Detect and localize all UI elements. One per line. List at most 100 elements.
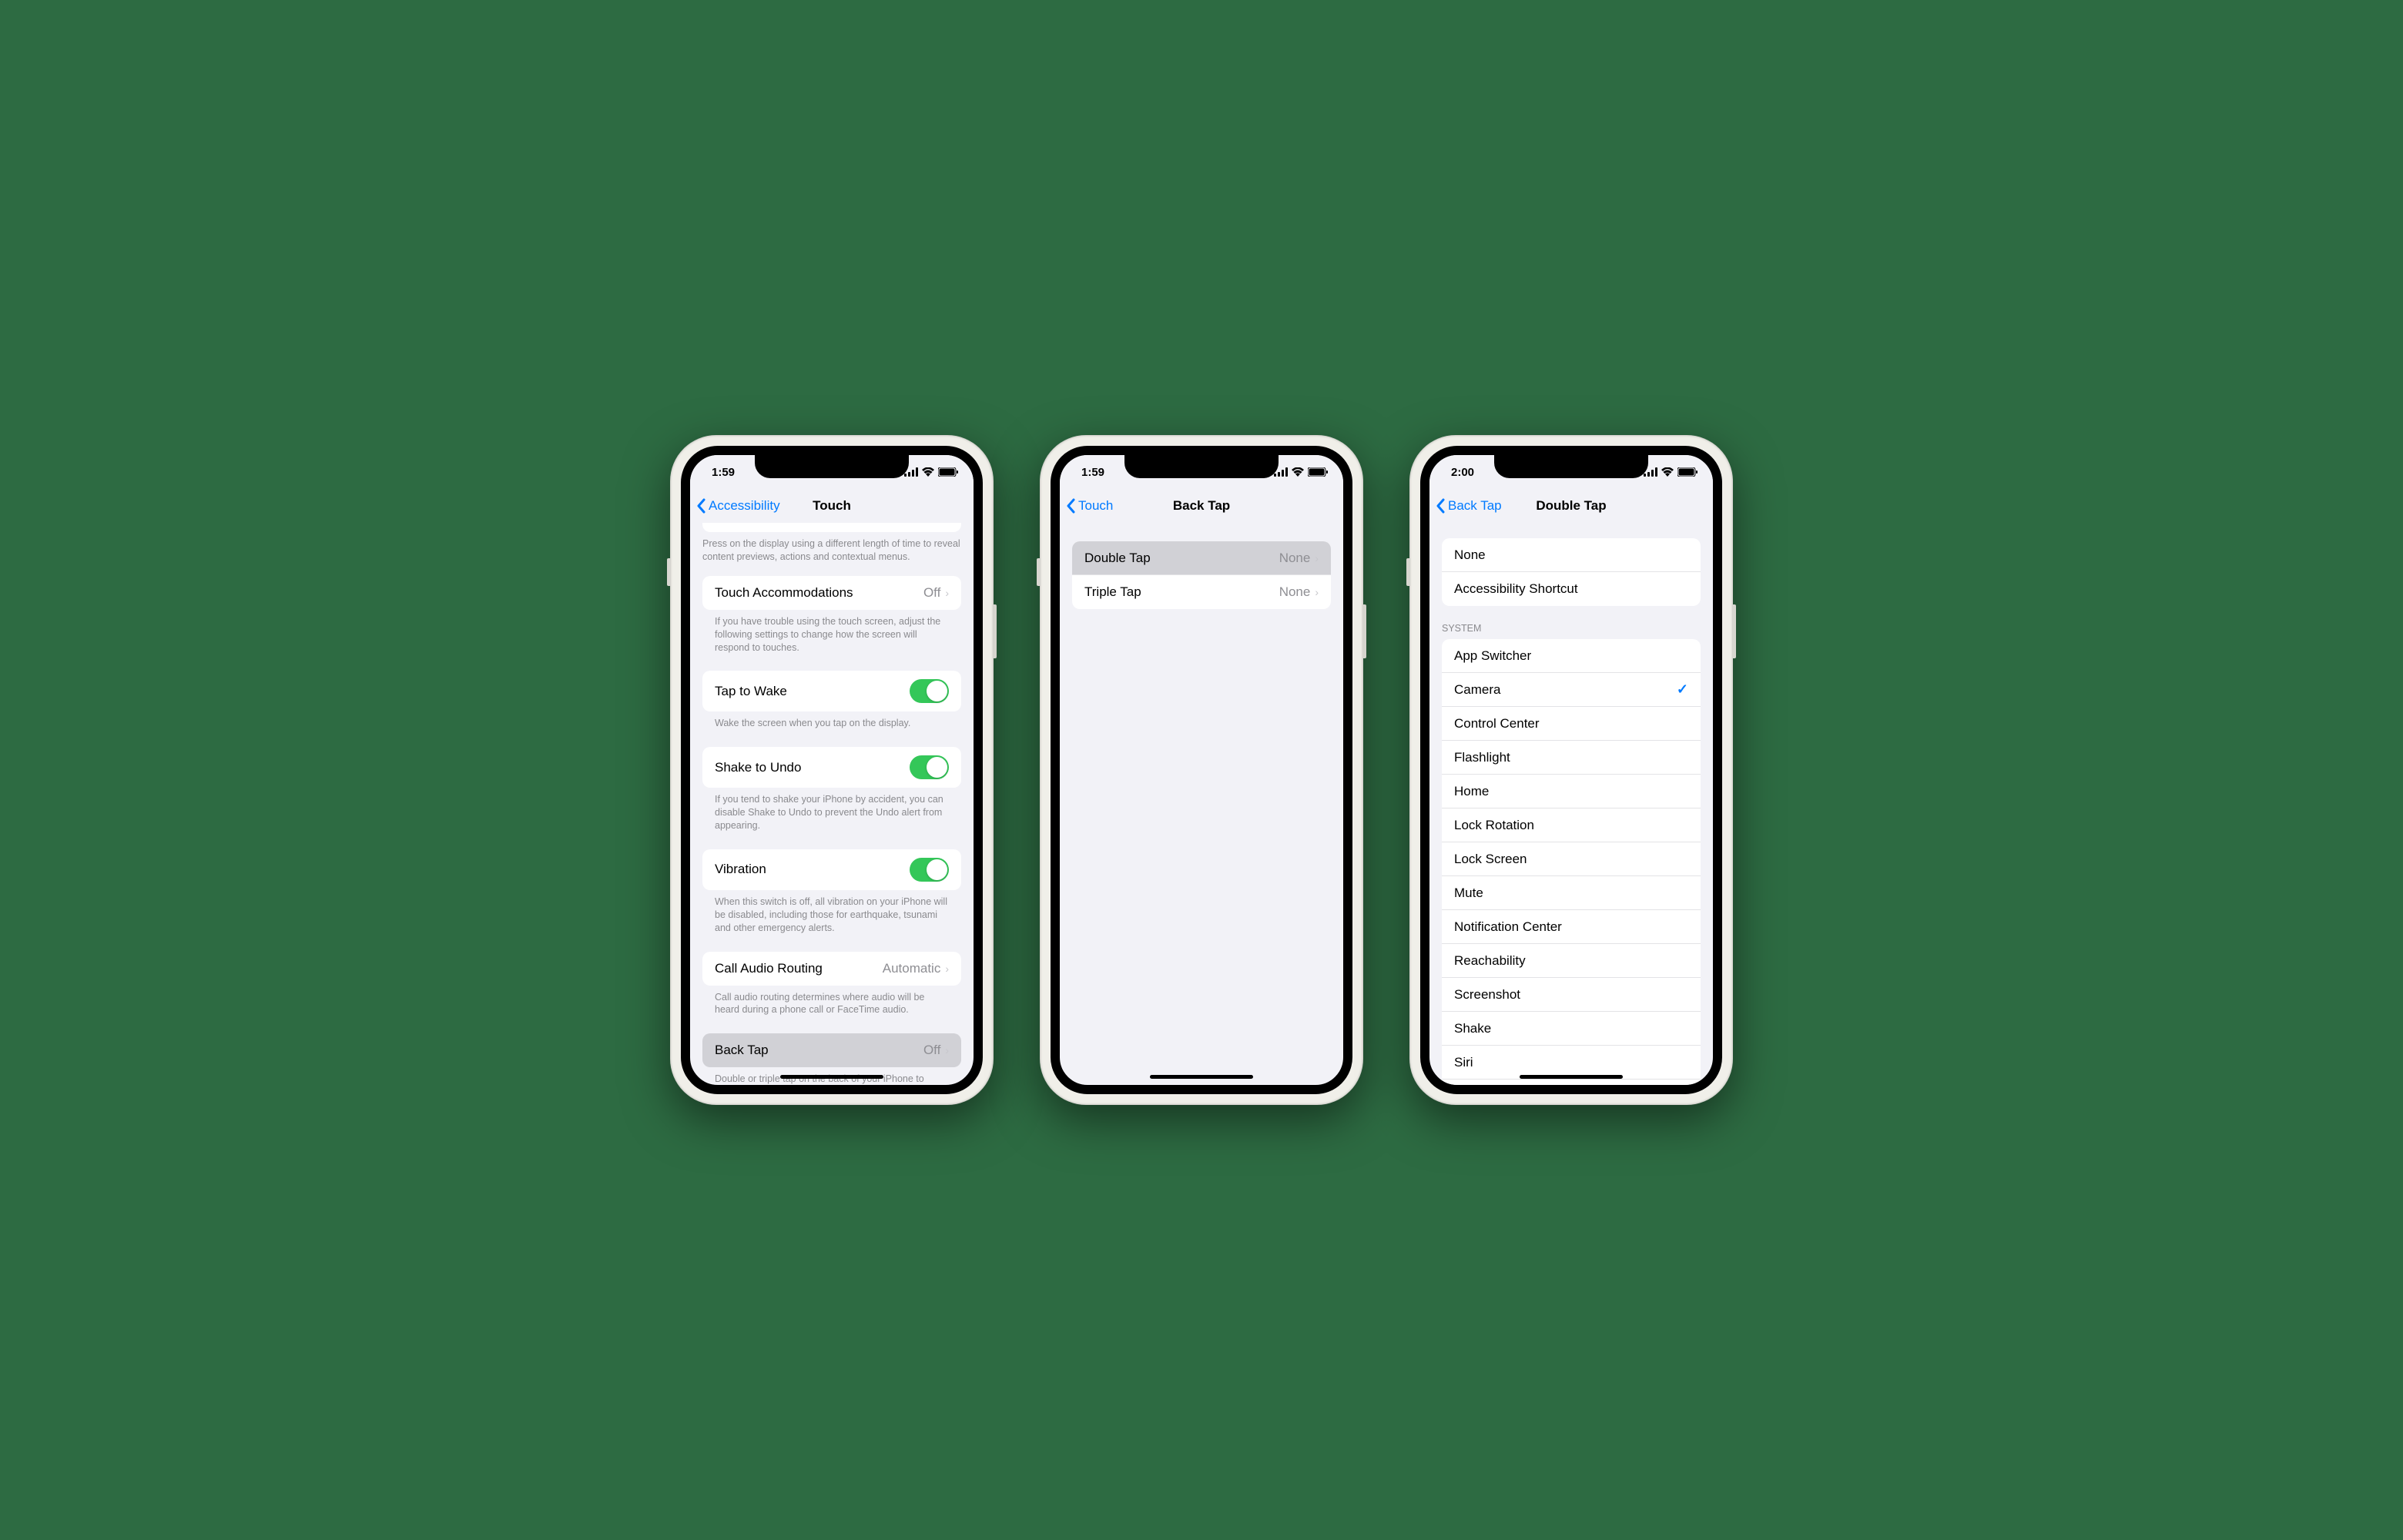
home-indicator[interactable] (1150, 1075, 1253, 1079)
group-vibration: Vibration When this switch is off, all v… (702, 849, 961, 947)
row-label: Shake to Undo (715, 760, 801, 775)
row-value: None› (1279, 584, 1319, 600)
row-label: Flashlight (1454, 750, 1510, 765)
row-label: Tap to Wake (715, 684, 787, 699)
chevron-right-icon: › (945, 587, 949, 599)
row-label: Screenshot (1454, 987, 1520, 1003)
row-label: Vibration (715, 862, 766, 877)
row-option[interactable]: Accessibility Shortcut (1442, 572, 1701, 606)
home-indicator[interactable] (780, 1075, 883, 1079)
group-tap-options: Double Tap None› Triple Tap None› (1072, 541, 1331, 609)
row-value: Off› (923, 1043, 949, 1058)
chevron-left-icon (1066, 498, 1075, 514)
phone-1: 1:59 Accessibility Touch Press on the di… (670, 435, 994, 1105)
chevron-right-icon: › (945, 1044, 949, 1056)
partial-row (702, 523, 961, 532)
status-icons (1644, 467, 1698, 477)
row-option[interactable]: Lock Rotation (1442, 808, 1701, 842)
wifi-icon (922, 467, 934, 477)
row-call-audio-routing[interactable]: Call Audio Routing Automatic› (702, 952, 961, 986)
row-value: Automatic› (883, 961, 949, 976)
row-option[interactable]: Notification Center (1442, 910, 1701, 944)
double-tap-content[interactable]: NoneAccessibility Shortcut SYSTEM App Sw… (1429, 523, 1713, 1085)
row-label: Touch Accommodations (715, 585, 853, 601)
row-label: Siri (1454, 1055, 1473, 1070)
row-back-tap[interactable]: Back Tap Off› (702, 1033, 961, 1067)
back-button[interactable]: Touch (1066, 498, 1113, 514)
row-double-tap[interactable]: Double Tap None› (1072, 541, 1331, 575)
group-shake: Shake to Undo If you tend to shake your … (702, 747, 961, 845)
row-option[interactable]: Flashlight (1442, 741, 1701, 775)
toggle-tap-to-wake[interactable] (910, 679, 949, 703)
row-option[interactable]: App Switcher (1442, 639, 1701, 673)
wifi-icon (1292, 467, 1304, 477)
nav-bar: Accessibility Touch (690, 489, 974, 523)
row-option[interactable]: Screenshot (1442, 978, 1701, 1012)
nav-title: Double Tap (1536, 498, 1606, 514)
haptic-footer: Press on the display using a different l… (690, 532, 974, 576)
wifi-icon (1661, 467, 1674, 477)
group-system: App Switcher Camera ✓ Control Center Flashli… (1442, 639, 1701, 1085)
touch-accom-footer: If you have trouble using the touch scre… (702, 610, 961, 667)
row-option[interactable]: Control Center (1442, 707, 1701, 741)
battery-icon (1308, 467, 1328, 477)
row-label: Call Audio Routing (715, 961, 823, 976)
row-value: None› (1279, 551, 1319, 566)
call-audio-footer: Call audio routing determines where audi… (702, 986, 961, 1029)
screen-touch-settings: 1:59 Accessibility Touch Press on the di… (681, 446, 983, 1094)
check-icon: ✓ (1677, 681, 1688, 698)
toggle-vibration[interactable] (910, 858, 949, 882)
tap-wake-footer: Wake the screen when you tap on the disp… (702, 711, 961, 742)
battery-icon (1677, 467, 1698, 477)
notch (1494, 455, 1648, 478)
row-label: Back Tap (715, 1043, 769, 1058)
status-time: 2:00 (1451, 466, 1474, 479)
row-label: Mute (1454, 886, 1483, 901)
shake-footer: If you tend to shake your iPhone by acci… (702, 788, 961, 845)
row-option[interactable]: Shake (1442, 1012, 1701, 1046)
row-option[interactable]: Camera ✓ (1442, 673, 1701, 707)
row-label: Lock Screen (1454, 852, 1527, 867)
row-option[interactable]: None (1442, 538, 1701, 572)
row-touch-accommodations[interactable]: Touch Accommodations Off› (702, 576, 961, 610)
battery-icon (938, 467, 958, 477)
back-button[interactable]: Back Tap (1436, 498, 1502, 514)
row-option[interactable]: Lock Screen (1442, 842, 1701, 876)
row-triple-tap[interactable]: Triple Tap None› (1072, 575, 1331, 609)
home-indicator[interactable] (1520, 1075, 1623, 1079)
settings-content[interactable]: Press on the display using a different l… (690, 523, 974, 1085)
screen-double-tap: 2:00 Back Tap Double Tap None Accessibili… (1420, 446, 1722, 1094)
row-label: Lock Rotation (1454, 818, 1534, 833)
row-vibration[interactable]: Vibration (702, 849, 961, 890)
row-tap-to-wake[interactable]: Tap to Wake (702, 671, 961, 711)
chevron-right-icon: › (945, 962, 949, 975)
back-tap-content[interactable]: Double Tap None› Triple Tap None› (1060, 523, 1343, 1085)
row-label: Control Center (1454, 716, 1540, 732)
chevron-left-icon (696, 498, 705, 514)
row-label: App Switcher (1454, 648, 1531, 664)
back-button[interactable]: Accessibility (696, 498, 780, 514)
row-label: Accessibility Shortcut (1454, 581, 1578, 597)
notch (1124, 455, 1279, 478)
back-label: Back Tap (1448, 498, 1502, 514)
notch (755, 455, 909, 478)
row-label: Shake (1454, 1021, 1491, 1036)
nav-title: Back Tap (1173, 498, 1230, 514)
nav-title: Touch (813, 498, 851, 514)
phone-3: 2:00 Back Tap Double Tap None Accessibili… (1409, 435, 1733, 1105)
row-option[interactable]: Mute (1442, 876, 1701, 910)
row-label: Reachability (1454, 953, 1526, 969)
row-label: Camera (1454, 682, 1500, 698)
row-label: Notification Center (1454, 919, 1562, 935)
toggle-shake-to-undo[interactable] (910, 755, 949, 779)
nav-bar: Touch Back Tap (1060, 489, 1343, 523)
group-touch-accom: Touch Accommodations Off› If you have tr… (702, 576, 961, 667)
row-option[interactable]: Home (1442, 775, 1701, 808)
status-time: 1:59 (712, 466, 735, 479)
row-shake-to-undo[interactable]: Shake to Undo (702, 747, 961, 788)
vibration-footer: When this switch is off, all vibration o… (702, 890, 961, 947)
row-value: Off› (923, 585, 949, 601)
chevron-right-icon: › (1315, 586, 1319, 598)
row-option[interactable]: Reachability (1442, 944, 1701, 978)
row-option[interactable]: Spotlight (1442, 1080, 1701, 1085)
